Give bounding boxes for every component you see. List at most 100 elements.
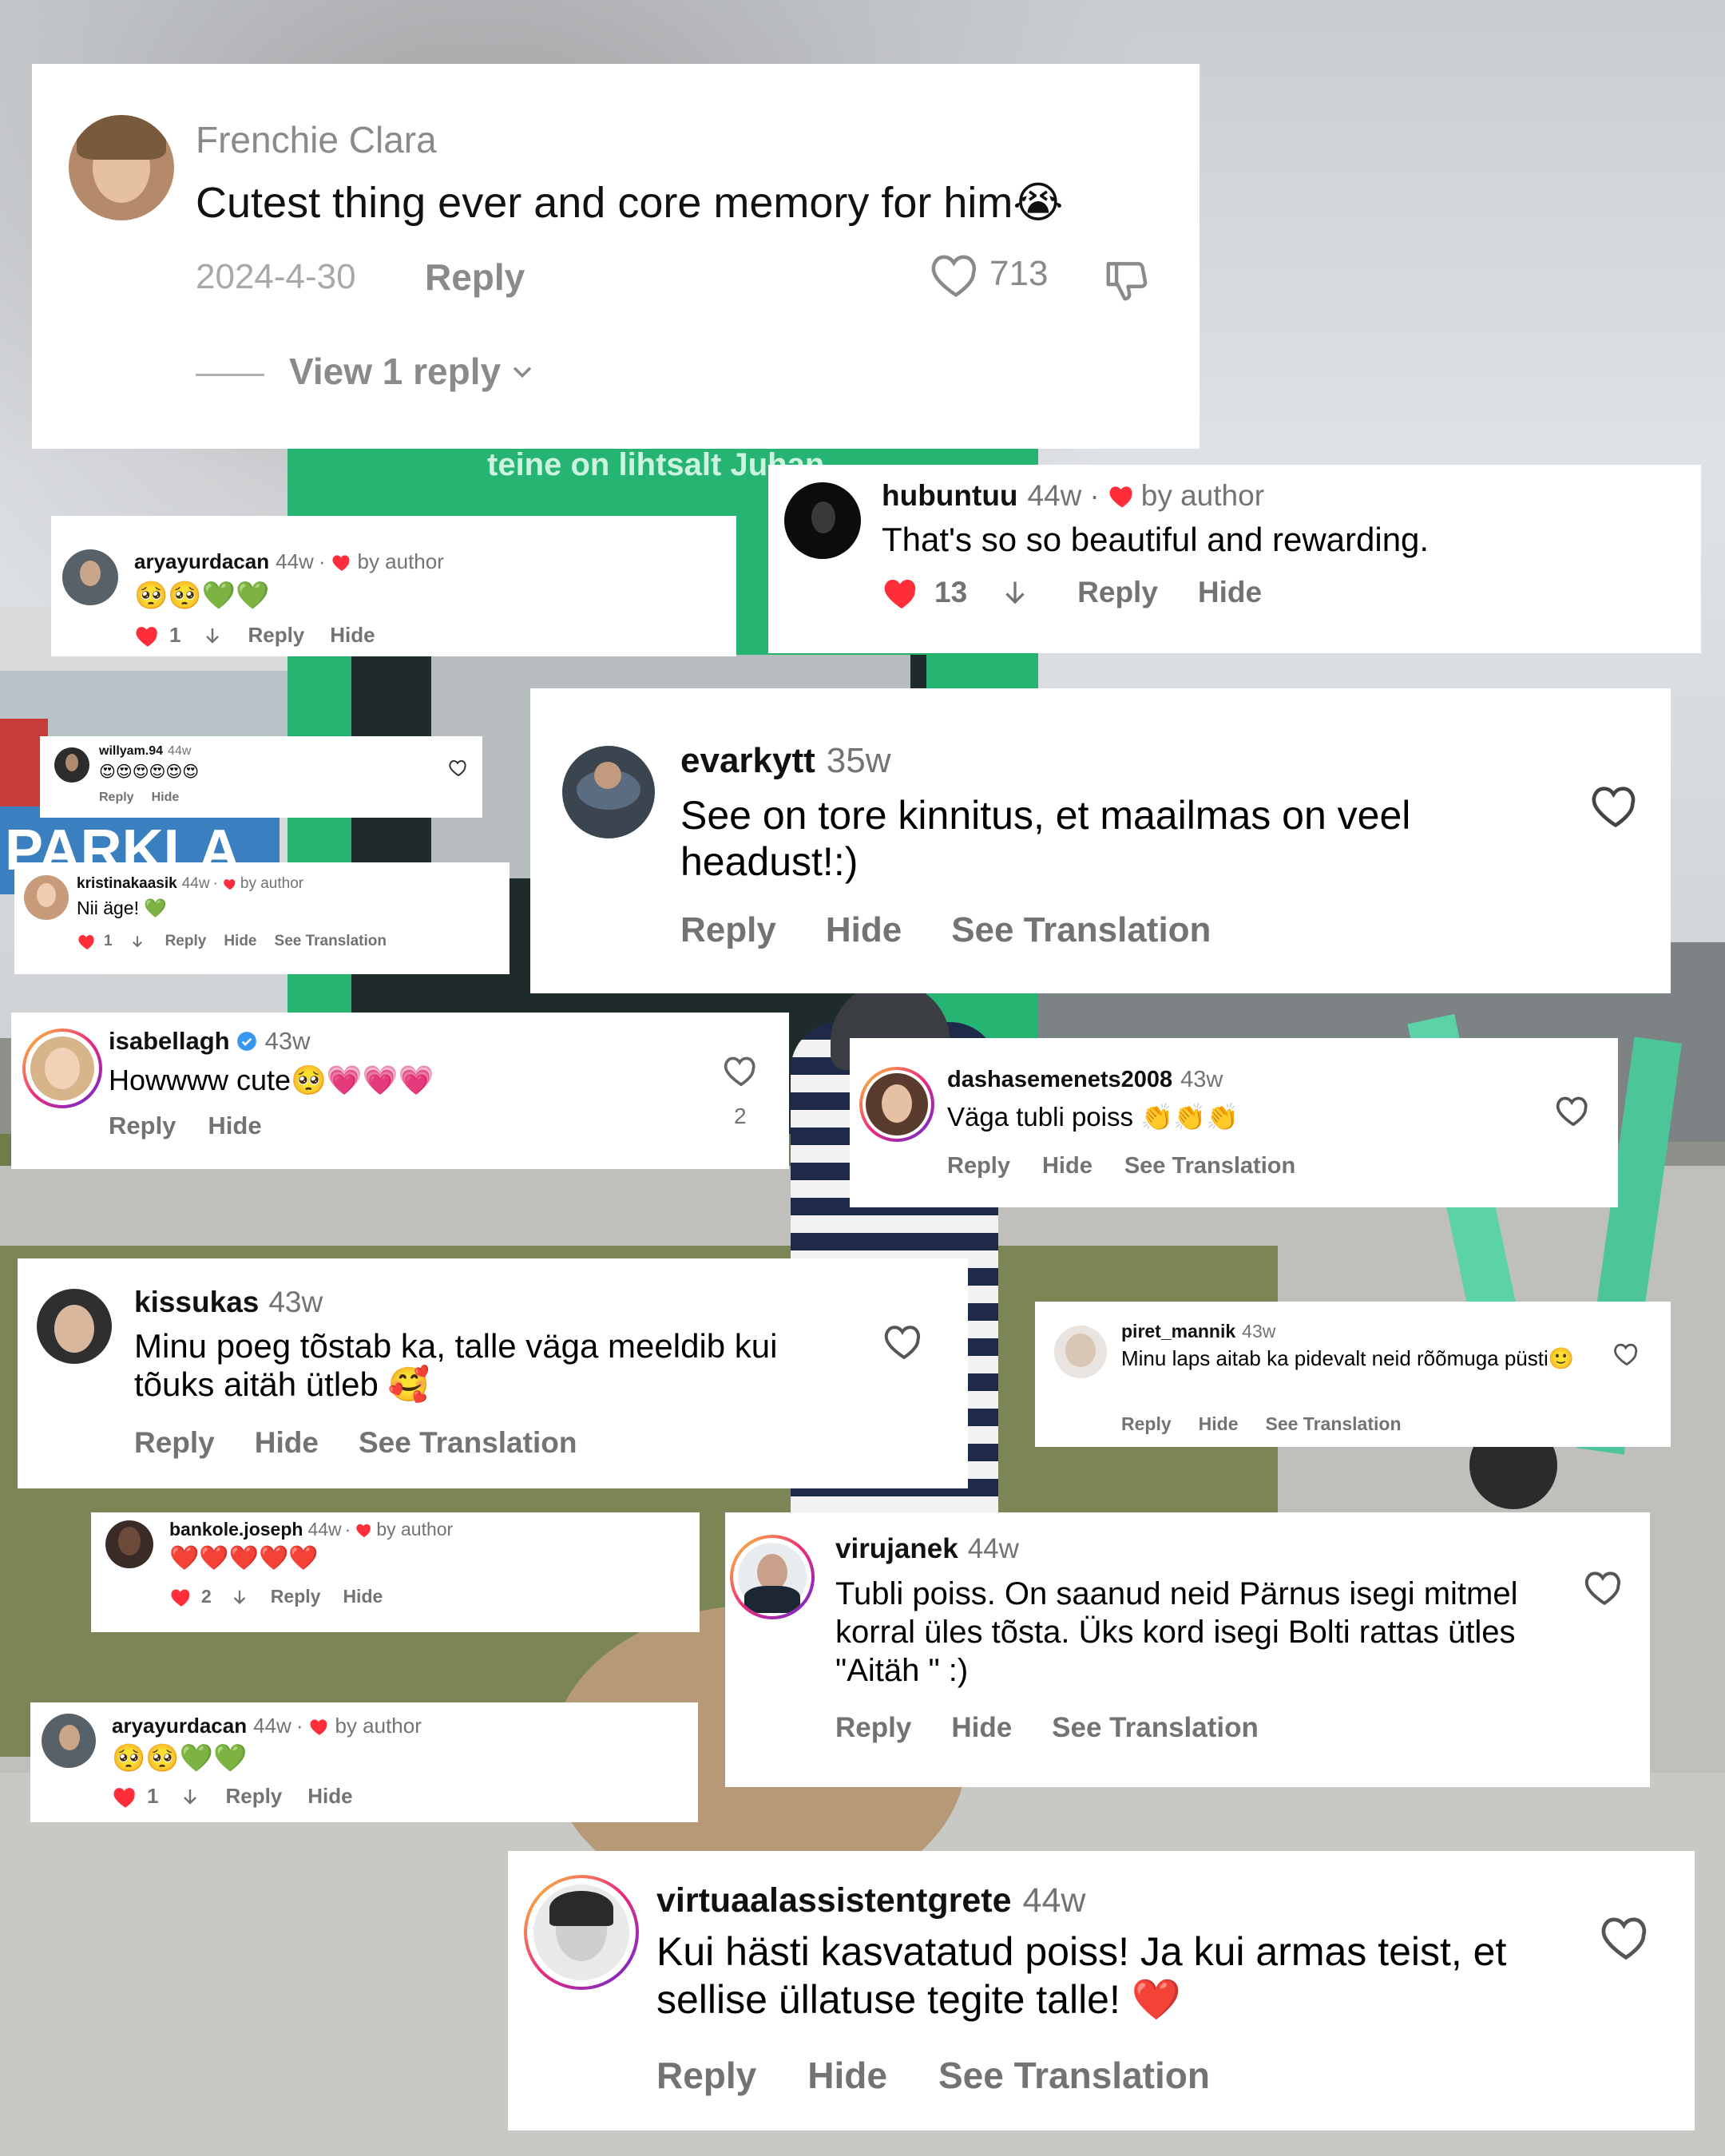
reply-button[interactable]: Reply <box>835 1712 911 1744</box>
avatar[interactable] <box>859 1067 934 1142</box>
reply-button[interactable]: Reply <box>271 1586 321 1607</box>
see-translation-button[interactable]: See Translation <box>938 2054 1210 2097</box>
hide-button[interactable]: Hide <box>330 623 375 648</box>
avatar[interactable] <box>524 1875 639 1990</box>
username[interactable]: willyam.94 <box>99 744 163 759</box>
heart-outline-icon[interactable] <box>1591 783 1640 827</box>
avatar[interactable] <box>1054 1326 1107 1378</box>
see-translation-button[interactable]: See Translation <box>951 910 1211 950</box>
username[interactable]: bankole.joseph <box>169 1519 303 1540</box>
avatar[interactable] <box>784 482 861 559</box>
heart-filled-icon[interactable] <box>134 624 161 648</box>
avatar[interactable] <box>105 1520 153 1568</box>
heart-filled-icon[interactable] <box>77 933 97 950</box>
username[interactable]: evarkytt <box>680 741 815 781</box>
hide-button[interactable]: Hide <box>343 1586 383 1607</box>
hide-button[interactable]: Hide <box>826 910 902 950</box>
reply-button[interactable]: Reply <box>680 910 776 950</box>
comment-actions: Reply Hide See Translation <box>1121 1413 1402 1435</box>
username[interactable]: isabellagh <box>109 1027 230 1056</box>
avatar[interactable] <box>62 549 118 605</box>
avatar[interactable] <box>562 746 655 838</box>
comment-header: piret_mannik 43w <box>1121 1321 1275 1342</box>
comment-actions: 13 Reply Hide <box>882 575 1262 610</box>
reply-button[interactable]: Reply <box>165 933 207 950</box>
separator: · <box>212 875 218 892</box>
heart-filled-icon[interactable] <box>882 575 922 610</box>
username[interactable]: dashasemenets2008 <box>947 1067 1172 1093</box>
heart-filled-icon[interactable] <box>169 1587 193 1607</box>
avatar[interactable] <box>69 115 174 220</box>
hide-button[interactable]: Hide <box>224 933 256 950</box>
like-button[interactable]: 713 <box>930 251 1048 297</box>
hide-button[interactable]: Hide <box>152 791 180 805</box>
reply-button[interactable]: Reply <box>134 1426 215 1460</box>
comment-header: virujanek 44w <box>835 1533 1019 1565</box>
reply-button[interactable]: Reply <box>656 2054 756 2097</box>
username[interactable]: hubuntuu <box>882 479 1018 513</box>
username[interactable]: piret_mannik <box>1121 1321 1235 1342</box>
avatar[interactable] <box>730 1535 815 1619</box>
reply-button[interactable]: Reply <box>1121 1413 1172 1435</box>
separator: · <box>1089 479 1100 512</box>
hide-button[interactable]: Hide <box>1198 576 1262 609</box>
avatar[interactable] <box>42 1714 96 1768</box>
see-translation-button[interactable]: See Translation <box>1124 1153 1295 1179</box>
username[interactable]: aryayurdacan <box>134 549 269 574</box>
heart-outline-icon[interactable] <box>1613 1342 1640 1365</box>
hide-button[interactable]: Hide <box>307 1784 352 1809</box>
hide-button[interactable]: Hide <box>951 1712 1012 1744</box>
like-count: 2 <box>734 1104 747 1128</box>
heart-filled-icon[interactable] <box>112 1785 139 1809</box>
reply-button[interactable]: Reply <box>947 1153 1010 1179</box>
arrow-down-icon[interactable] <box>203 624 222 647</box>
heart-outline-icon[interactable] <box>883 1322 925 1359</box>
arrow-down-icon[interactable] <box>180 1785 200 1808</box>
avatar[interactable] <box>24 875 69 920</box>
view-replies-button[interactable]: View 1 reply <box>289 350 536 393</box>
comment-actions: 1 Reply Hide <box>134 623 375 648</box>
see-translation-button[interactable]: See Translation <box>1265 1413 1401 1435</box>
avatar[interactable] <box>54 747 89 783</box>
reply-button[interactable]: Reply <box>1077 576 1158 609</box>
reply-button[interactable]: Reply <box>248 623 304 648</box>
heart-outline-icon[interactable] <box>1600 1913 1652 1960</box>
see-translation-button[interactable]: See Translation <box>275 933 387 950</box>
comment-text: See on tore kinnitus, et maailmas on vee… <box>680 793 1411 884</box>
like-count: 2 <box>201 1586 212 1607</box>
hide-button[interactable]: Hide <box>255 1426 319 1460</box>
username[interactable]: kissukas <box>134 1286 259 1319</box>
reply-button[interactable]: Reply <box>425 256 525 299</box>
comment-text: 🥺🥺💚💚 <box>134 581 270 611</box>
reply-button[interactable]: Reply <box>109 1112 176 1140</box>
username[interactable]: kristinakaasik <box>77 875 177 893</box>
username[interactable]: virtuaalassistentgrete <box>656 1881 1012 1920</box>
hide-button[interactable]: Hide <box>1042 1153 1092 1179</box>
heart-outline-icon[interactable] <box>1556 1094 1591 1126</box>
heart-outline-icon[interactable] <box>1584 1568 1624 1605</box>
username[interactable]: Frenchie Clara <box>196 118 437 161</box>
avatar[interactable] <box>37 1289 112 1364</box>
reply-button[interactable]: Reply <box>99 791 134 805</box>
see-translation-button[interactable]: See Translation <box>1052 1712 1259 1744</box>
comment-header: bankole.joseph 44w · by author <box>169 1519 453 1540</box>
username[interactable]: aryayurdacan <box>112 1714 247 1738</box>
thumbs-down-icon[interactable] <box>1102 256 1152 305</box>
hide-button[interactable]: Hide <box>1199 1413 1239 1435</box>
heart-outline-icon <box>930 251 981 297</box>
reply-button[interactable]: Reply <box>225 1784 282 1809</box>
comment-age: 44w <box>1027 479 1082 512</box>
hide-button[interactable]: Hide <box>807 2054 887 2097</box>
heart-filled-icon <box>1108 483 1136 509</box>
comment-text: Väga tubli poiss 👏👏👏 <box>947 1102 1239 1132</box>
comment-actions: Reply Hide See Translation <box>947 1153 1295 1179</box>
arrow-down-icon[interactable] <box>231 1587 248 1607</box>
heart-outline-icon[interactable] <box>724 1054 759 1086</box>
see-translation-button[interactable]: See Translation <box>359 1426 577 1460</box>
hide-button[interactable]: Hide <box>208 1112 261 1140</box>
username[interactable]: virujanek <box>835 1533 958 1565</box>
heart-outline-icon[interactable] <box>449 759 468 776</box>
avatar[interactable] <box>22 1028 102 1108</box>
arrow-down-icon[interactable] <box>130 933 145 949</box>
arrow-down-icon[interactable] <box>1001 577 1029 608</box>
